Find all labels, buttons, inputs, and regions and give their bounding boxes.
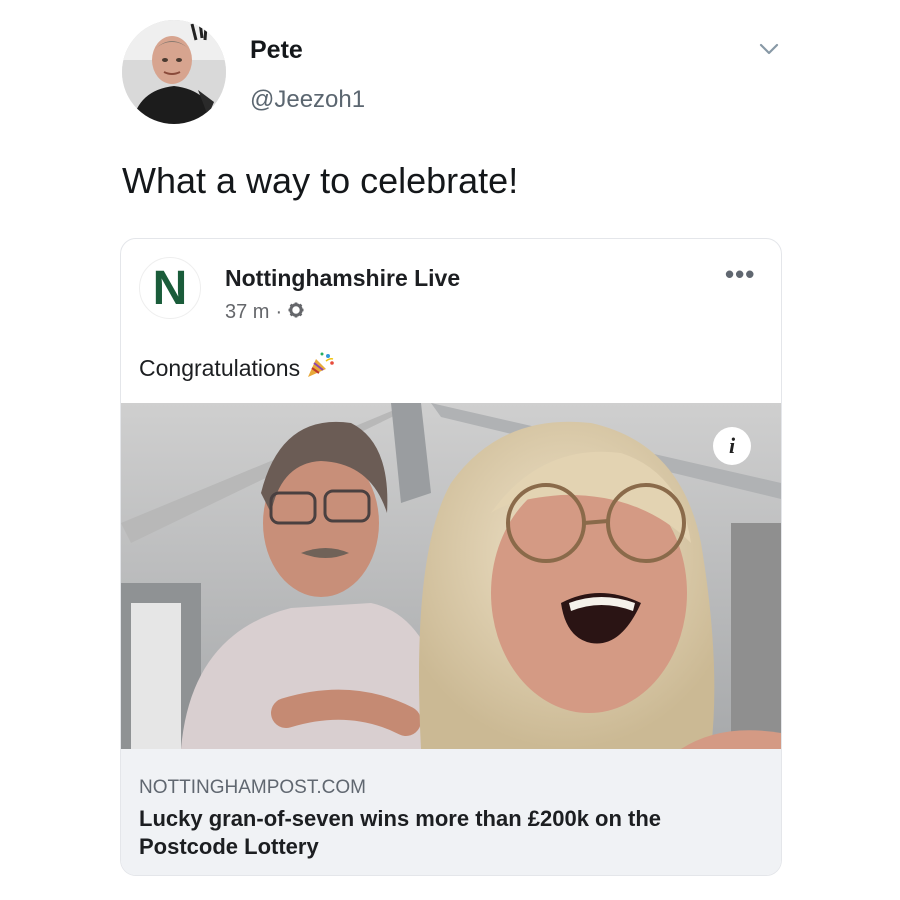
chevron-down-icon[interactable] xyxy=(756,36,782,62)
info-icon[interactable]: i xyxy=(713,427,751,465)
post-photo[interactable] xyxy=(121,403,781,749)
page-name[interactable]: Nottinghamshire Live xyxy=(225,265,460,292)
meta-separator: · xyxy=(275,301,283,323)
avatar[interactable] xyxy=(122,20,226,124)
link-preview[interactable]: NOTTINGHAMPOST.COM Lucky gran-of-seven w… xyxy=(121,749,781,875)
embedded-post-card[interactable]: N Nottinghamshire Live 37 m · ••• Congra… xyxy=(120,238,782,876)
party-popper-icon xyxy=(306,351,336,385)
post-text-content: Congratulations xyxy=(139,354,301,381)
author-name[interactable]: Pete xyxy=(250,36,303,65)
link-headline[interactable]: Lucky gran-of-seven wins more than £200k… xyxy=(139,805,759,861)
page-logo-letter: N xyxy=(152,262,188,315)
post-meta: 37 m · xyxy=(225,301,304,324)
tweet-text: What a way to celebrate! xyxy=(122,160,519,201)
link-domain: NOTTINGHAMPOST.COM xyxy=(139,777,366,798)
more-options-button[interactable]: ••• xyxy=(725,259,755,290)
post-time[interactable]: 37 m xyxy=(225,301,269,324)
author-handle[interactable]: @Jeezoh1 xyxy=(250,86,365,114)
post-text: Congratulations xyxy=(139,351,336,385)
page-logo[interactable]: N xyxy=(139,257,201,319)
gear-icon xyxy=(288,301,304,324)
